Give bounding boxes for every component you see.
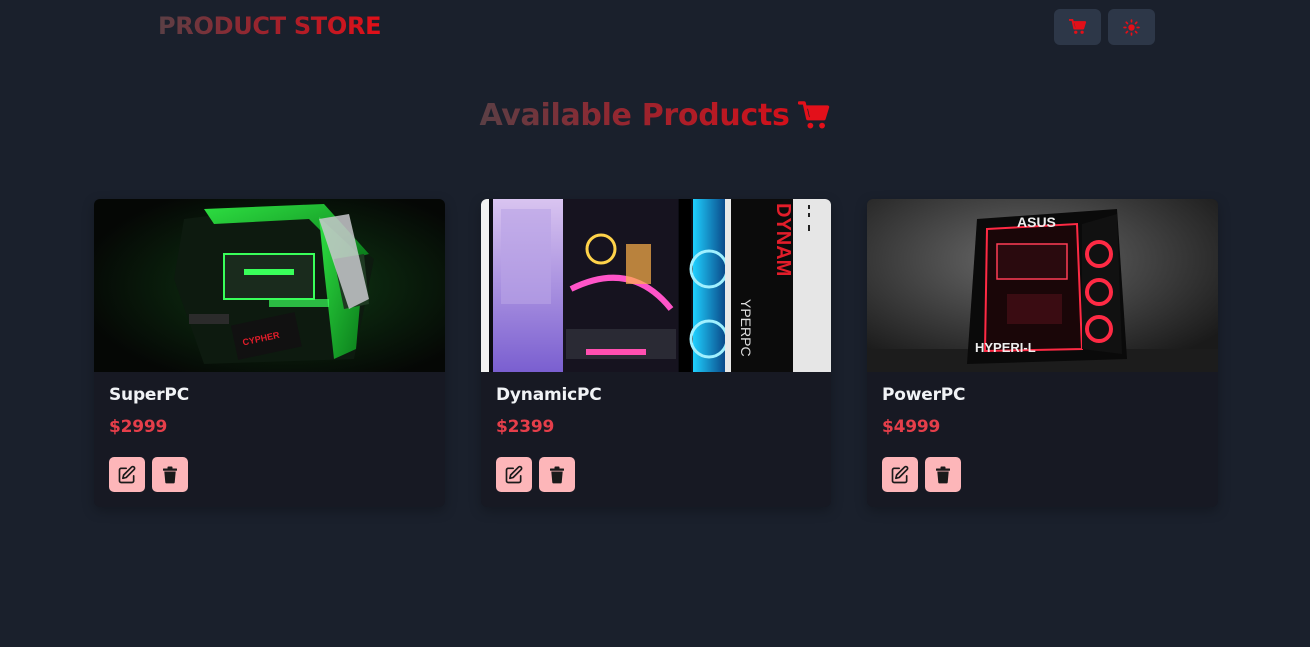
edit-icon xyxy=(505,465,523,483)
page-heading: Available Products xyxy=(0,98,1310,133)
product-image: ASUS HYPERI-L xyxy=(867,199,1218,372)
svg-text:YPERPC: YPERPC xyxy=(738,299,754,357)
product-card: ASUS HYPERI-L PowerPC $4999 xyxy=(867,199,1218,507)
sun-icon xyxy=(1123,18,1140,36)
edit-button[interactable] xyxy=(496,457,532,492)
product-name: DynamicPC xyxy=(496,385,602,405)
delete-button[interactable] xyxy=(152,457,188,492)
page-title: Available Products xyxy=(479,98,790,133)
edit-icon xyxy=(118,465,136,483)
cart-icon xyxy=(797,100,829,129)
create-product-button[interactable] xyxy=(1054,9,1101,45)
product-card: DYNAM YPERPC DynamicPC $2399 xyxy=(481,199,831,507)
product-card: CYPHER SuperPC $2999 xyxy=(94,199,445,507)
svg-text:DYNAM: DYNAM xyxy=(772,203,794,276)
product-image: DYNAM YPERPC xyxy=(481,199,831,372)
brand-logo[interactable]: PRODUCT STORE xyxy=(158,12,382,40)
svg-text:ASUS: ASUS xyxy=(1017,214,1056,230)
product-price: $2399 xyxy=(496,417,555,437)
theme-toggle-button[interactable] xyxy=(1108,9,1155,45)
delete-button[interactable] xyxy=(539,457,575,492)
svg-text:HYPERI-L: HYPERI-L xyxy=(975,340,1036,355)
trash-icon xyxy=(163,466,177,483)
navbar: PRODUCT STORE xyxy=(0,0,1310,58)
edit-icon xyxy=(891,465,909,483)
cart-icon xyxy=(1068,19,1086,34)
product-price: $4999 xyxy=(882,417,941,437)
edit-button[interactable] xyxy=(882,457,918,492)
product-name: SuperPC xyxy=(109,385,189,405)
product-name: PowerPC xyxy=(882,385,966,405)
delete-button[interactable] xyxy=(925,457,961,492)
product-price: $2999 xyxy=(109,417,168,437)
product-image: CYPHER xyxy=(94,199,445,372)
trash-icon xyxy=(936,466,950,483)
trash-icon xyxy=(550,466,564,483)
edit-button[interactable] xyxy=(109,457,145,492)
